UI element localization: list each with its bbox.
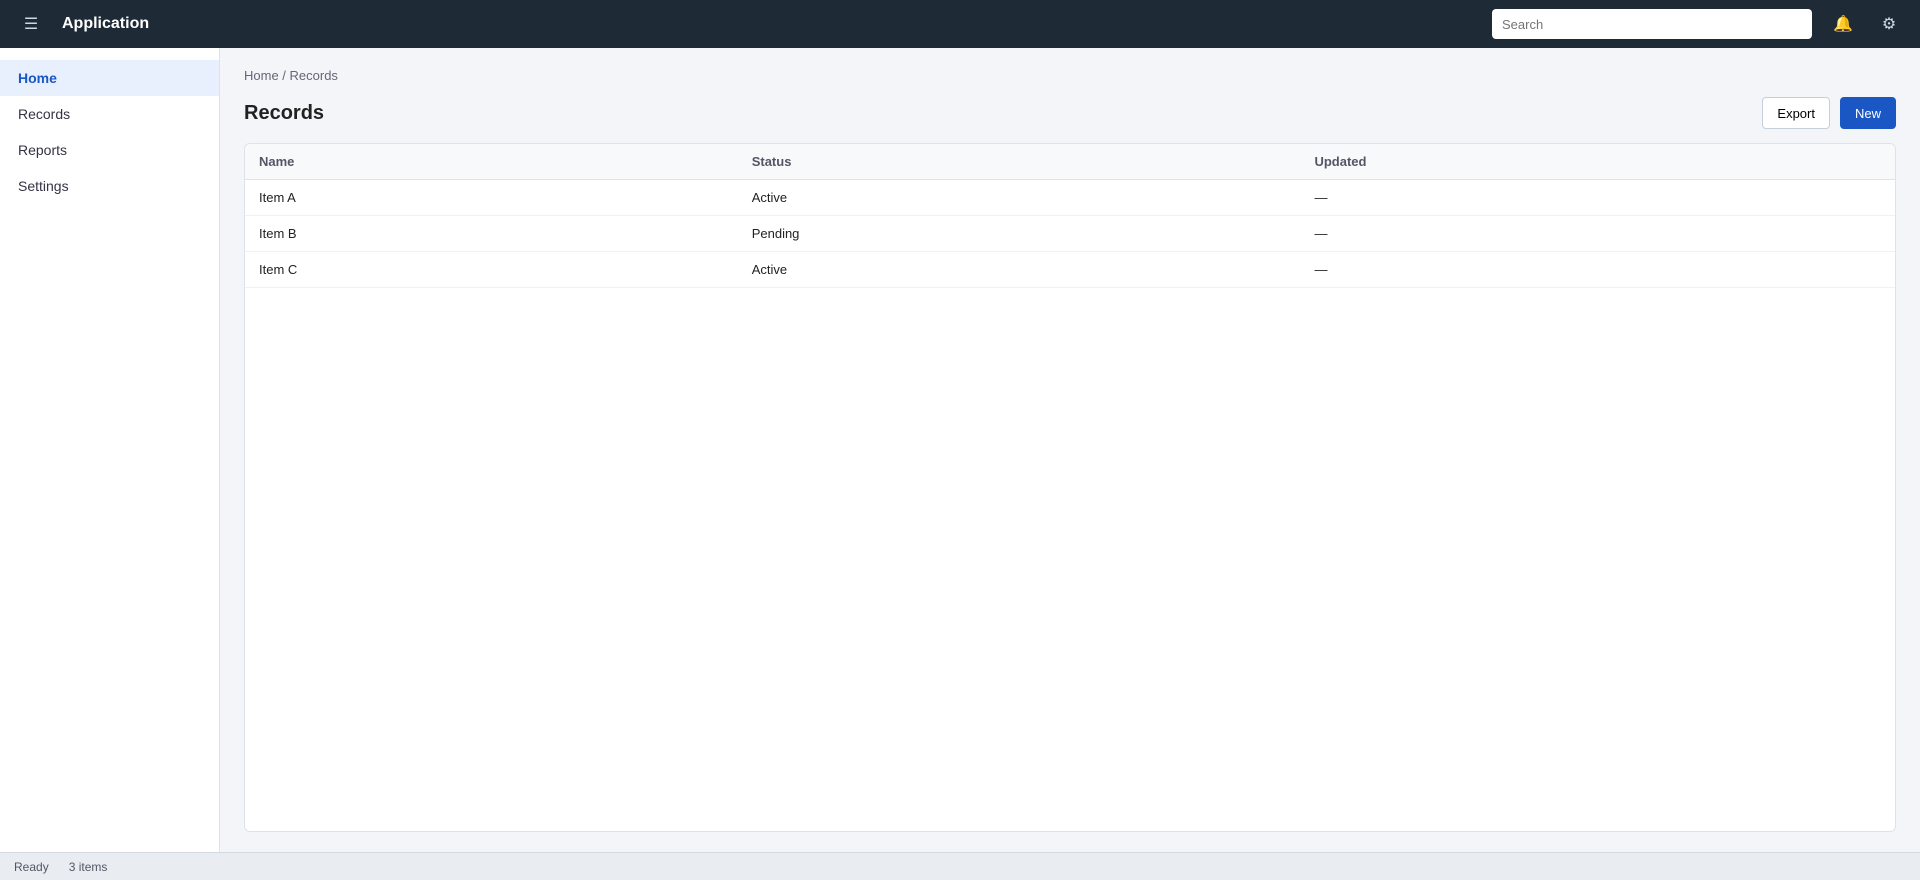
export-button[interactable]: Export	[1762, 97, 1830, 129]
table-row[interactable]: Item C Active —	[245, 251, 1895, 288]
status-text: Ready	[14, 859, 49, 874]
gear-icon[interactable]: ⚙	[1874, 9, 1904, 39]
table-header-row: Name Status Updated	[245, 144, 1895, 180]
table-row[interactable]: Item A Active —	[245, 179, 1895, 216]
new-button[interactable]: New	[1839, 97, 1896, 129]
sidebar-item-home[interactable]: Home	[0, 60, 219, 96]
table-cell: Item A	[245, 179, 738, 216]
records-table-card: Name Status Updated Item A Active — Item…	[244, 143, 1896, 832]
bell-icon[interactable]: 🔔	[1828, 9, 1858, 39]
sidebar-item-records[interactable]: Records	[0, 96, 219, 132]
breadcrumb: Home / Records	[244, 68, 338, 83]
column-header[interactable]: Status	[737, 144, 1301, 180]
app-window: ☰ Application 🔔 ⚙ Home Records Reports S…	[0, 0, 1920, 880]
page-title: Records	[244, 101, 325, 124]
sidebar-item-label: Records	[18, 106, 71, 122]
column-header[interactable]: Updated	[1300, 144, 1895, 180]
app-body: Home Records Reports Settings Home / Rec…	[0, 48, 1920, 852]
main-content: Home / Records Records Export New Name S…	[220, 48, 1920, 852]
table-cell: Item C	[245, 251, 738, 288]
toolbar: Records Export New	[244, 97, 1896, 129]
sidebar-item-reports[interactable]: Reports	[0, 132, 219, 168]
table-cell: —	[1300, 179, 1895, 216]
column-header[interactable]: Name	[245, 144, 738, 180]
table-cell: Active	[737, 251, 1301, 288]
sidebar-item-settings[interactable]: Settings	[0, 168, 219, 204]
table-cell: Item B	[245, 215, 738, 252]
window-title: Application	[62, 15, 150, 32]
sidebar-item-label: Settings	[18, 178, 69, 194]
table-row[interactable]: Item B Pending —	[245, 215, 1895, 252]
records-table: Name Status Updated Item A Active — Item…	[245, 144, 1895, 288]
table-cell: Pending	[737, 215, 1301, 252]
sidebar: Home Records Reports Settings	[0, 48, 220, 852]
table-cell: —	[1300, 251, 1895, 288]
sidebar-item-label: Reports	[18, 142, 68, 158]
table-cell: Active	[737, 179, 1301, 216]
table-cell: —	[1300, 215, 1895, 252]
search-input[interactable]	[1492, 9, 1812, 39]
status-bar: Ready 3 items	[0, 852, 1920, 880]
menu-icon[interactable]: ☰	[16, 9, 46, 39]
sidebar-item-label: Home	[18, 70, 57, 86]
item-count: 3 items	[68, 859, 108, 874]
top-bar: ☰ Application 🔔 ⚙	[0, 0, 1920, 48]
